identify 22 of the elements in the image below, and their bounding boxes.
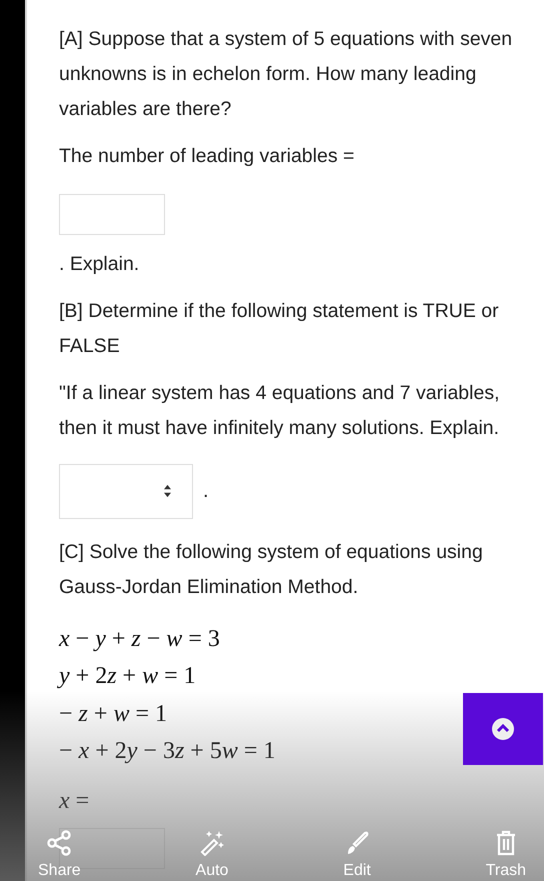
equation: − z + w = 1 [59,700,167,729]
up-down-arrows-icon [163,484,172,498]
question-text: [A] Suppose that a system of 5 equations with seven unknowns is in echelon form. How many leading variables are there? [59,27,514,122]
equation: x − y + z − w = 3 [59,624,220,654]
toolbar-button[interactable]: Trash [478,830,534,881]
toolbar-button[interactable]: Auto [188,830,236,881]
period-text: . [203,480,209,503]
share-icon [46,830,72,856]
question-text: The number of leading variables = [59,144,354,169]
scroll-up-button[interactable] [463,693,543,765]
toolbar-button[interactable]: Share [30,830,89,881]
answer-field[interactable] [59,194,165,235]
variable-label: x = [59,786,90,816]
equation: y + 2z + w = 1 [59,662,196,692]
magic-wand-icon [198,830,225,856]
question-text: [B] Determine if the following statement is TRUE or FALSE [59,298,500,359]
toolbar-button[interactable]: Edit [335,830,379,881]
question-text: [C] Solve the following system of equations using Gauss-Jordan Elimination Method. [59,540,484,600]
question-text: . Explain. [59,252,140,277]
chevron-up-icon [491,717,515,741]
equation: − x + 2y − 3z + 5w = 1 [59,737,276,766]
question-text: "If a linear system has 4 equations and 7 variables, then it must have infinitely many solutions. Explain. [59,380,501,441]
